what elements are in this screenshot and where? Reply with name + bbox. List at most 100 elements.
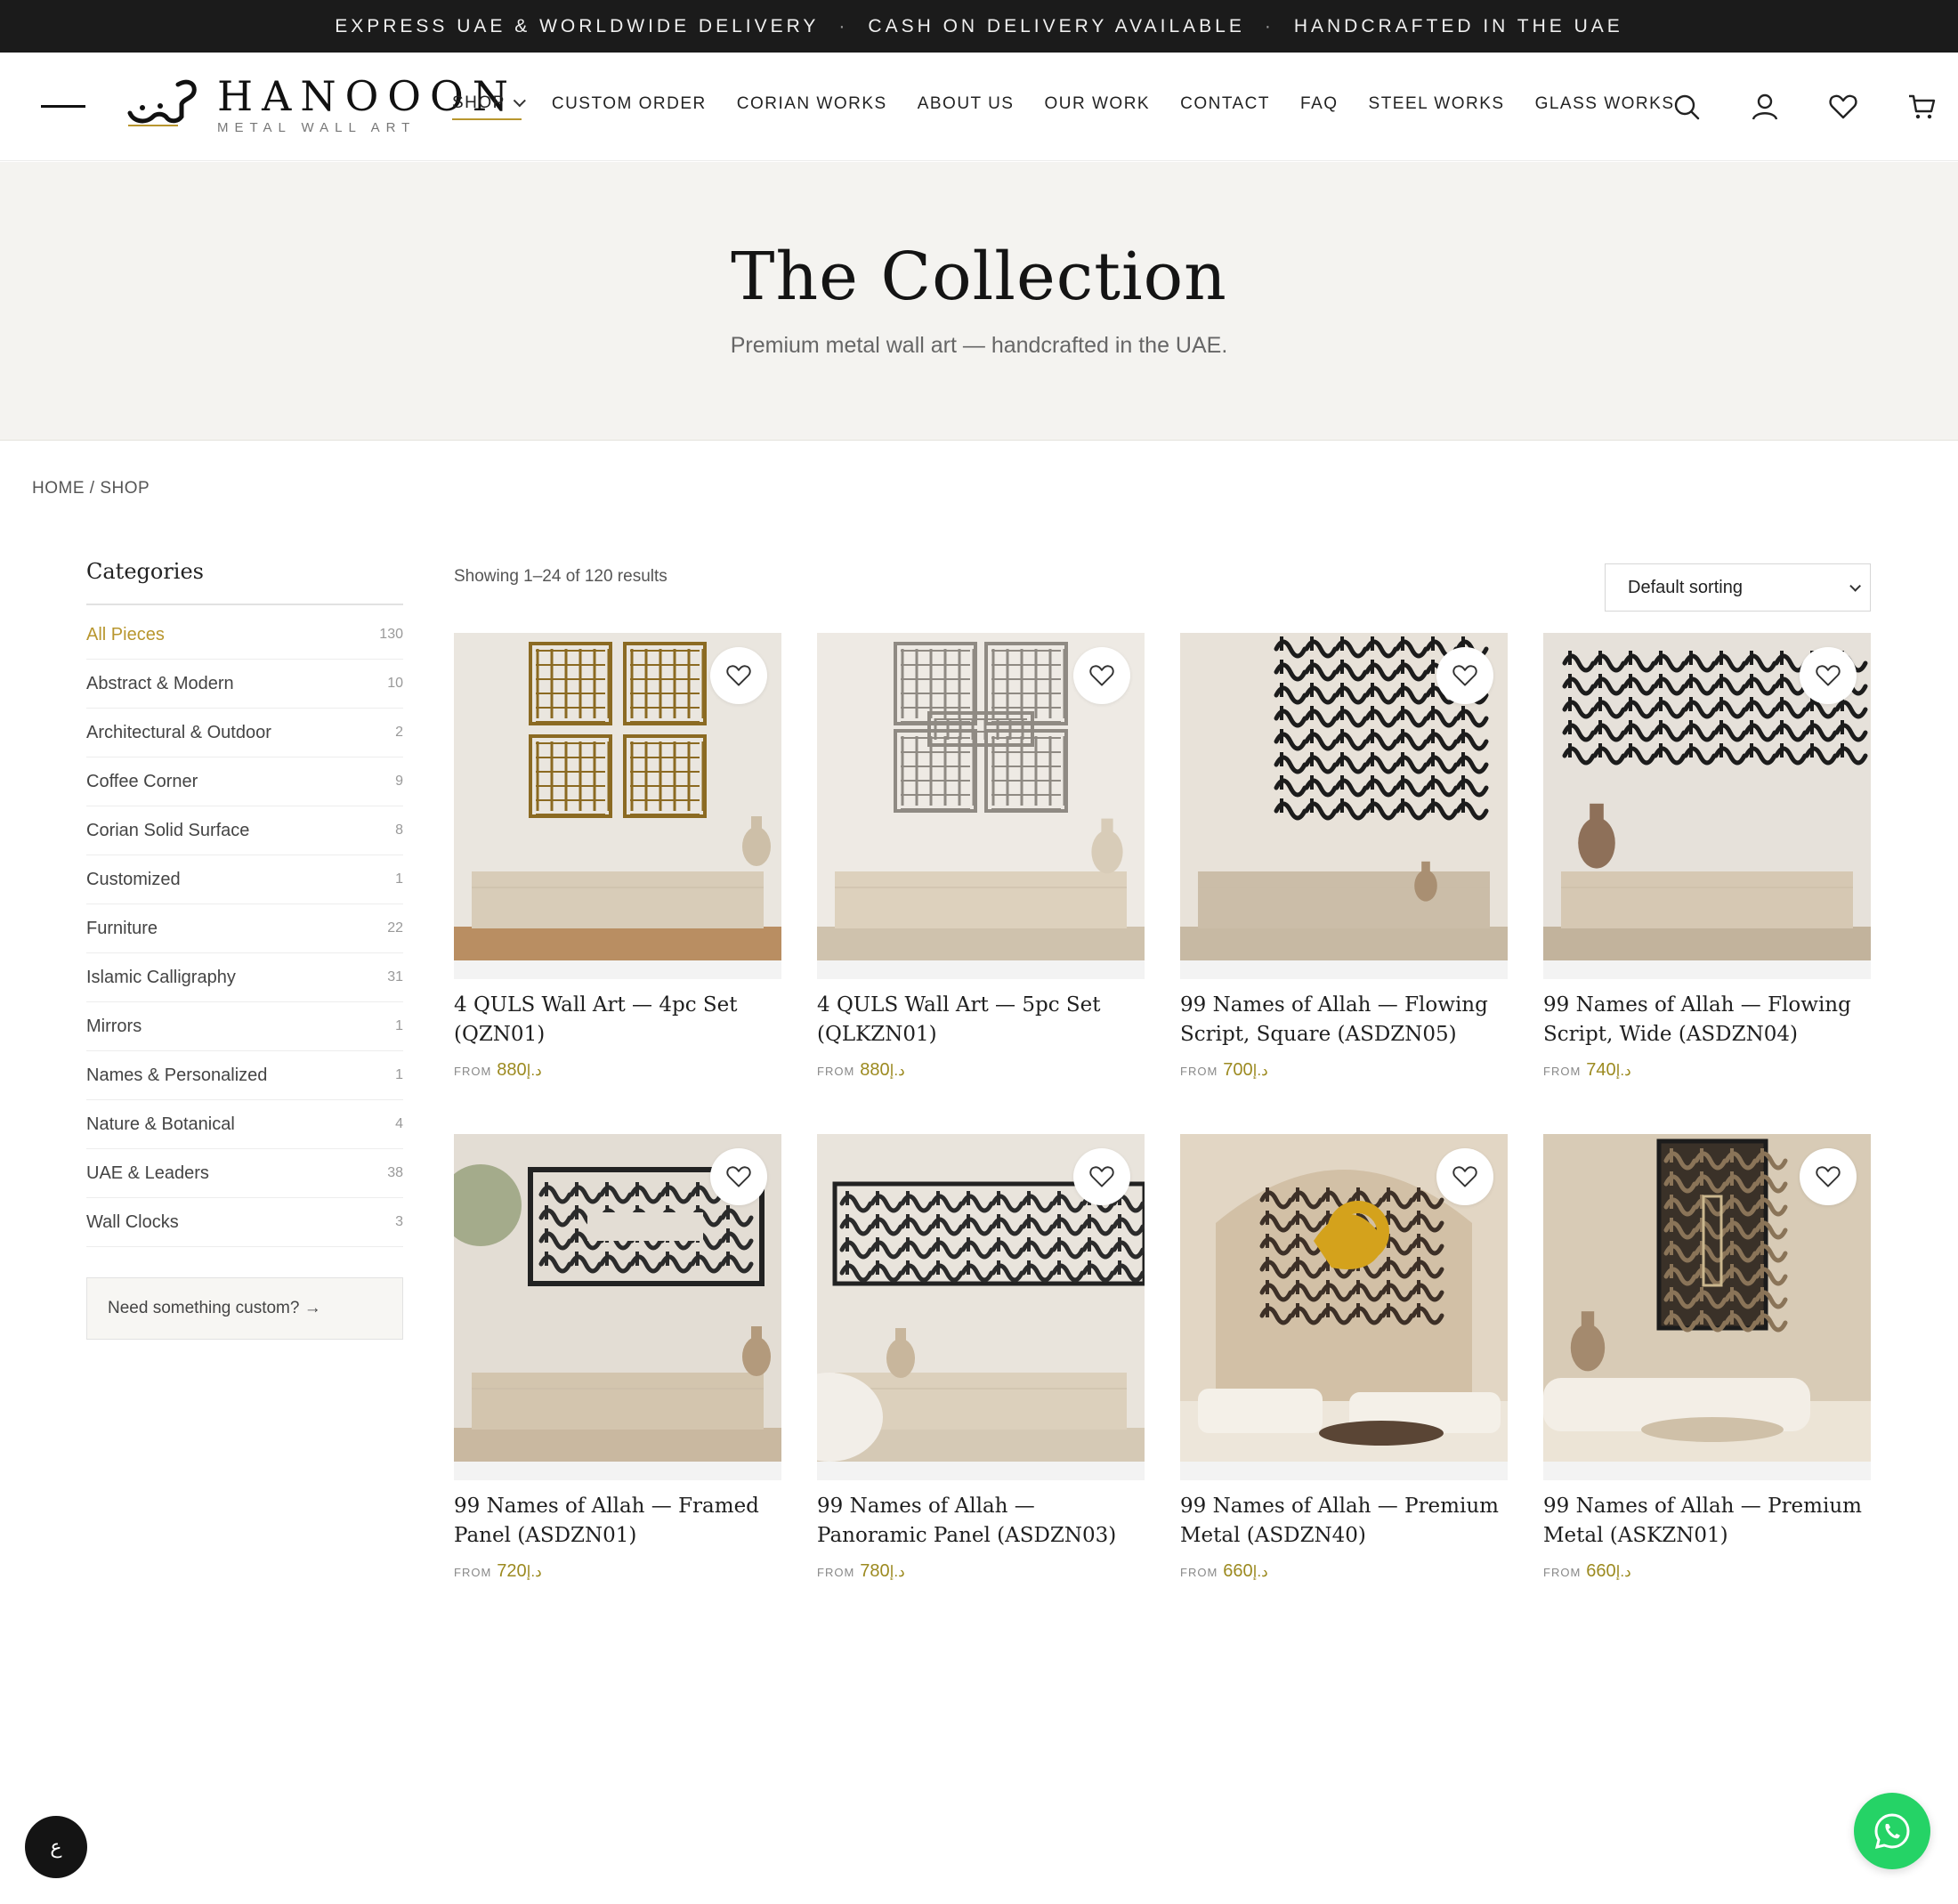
sort-select[interactable]: Default sorting bbox=[1605, 563, 1871, 612]
whatsapp-icon bbox=[1874, 1813, 1910, 1850]
product-card[interactable]: 99 Names of Allah — Panoramic Panel (ASD… bbox=[817, 1134, 1145, 1582]
category-item[interactable]: Names & Personalized 1 bbox=[86, 1051, 403, 1100]
add-to-wishlist-button[interactable] bbox=[1800, 647, 1857, 704]
product-title[interactable]: 99 Names of Allah — Premium Metal (ASDZN… bbox=[1180, 1492, 1508, 1551]
chevron-down-icon bbox=[1849, 579, 1861, 592]
category-count: 9 bbox=[395, 774, 403, 789]
nav-our-work[interactable]: OUR WORK bbox=[1044, 94, 1150, 119]
nav-glass-works[interactable]: GLASS WORKS bbox=[1535, 94, 1675, 119]
currency-symbol: د.إ bbox=[526, 1062, 542, 1079]
add-to-wishlist-button[interactable] bbox=[1073, 647, 1130, 704]
main-nav: SHOP CUSTOM ORDER CORIAN WORKS ABOUT US … bbox=[452, 53, 1705, 161]
product-image[interactable] bbox=[454, 1134, 781, 1480]
category-label: Corian Solid Surface bbox=[86, 820, 250, 840]
product-card[interactable]: 4 QULS Wall Art — 4pc Set (QZN01) FROM د.… bbox=[454, 633, 781, 1081]
category-item[interactable]: Furniture 22 bbox=[86, 904, 403, 953]
nav-steel-works[interactable]: STEEL WORKS bbox=[1369, 94, 1505, 119]
product-price: FROM د.إ780 bbox=[817, 1561, 1145, 1582]
sort-selected-value: Default sorting bbox=[1628, 577, 1743, 597]
custom-order-link[interactable]: Need something custom? → bbox=[86, 1277, 403, 1340]
product-image[interactable] bbox=[454, 633, 781, 979]
category-label: Coffee Corner bbox=[86, 771, 198, 791]
menu-icon[interactable] bbox=[41, 105, 85, 108]
product-title[interactable]: 99 Names of Allah — Flowing Script, Squa… bbox=[1180, 991, 1508, 1049]
product-image[interactable] bbox=[817, 633, 1145, 979]
product-title[interactable]: 4 QULS Wall Art — 4pc Set (QZN01) bbox=[454, 991, 781, 1049]
add-to-wishlist-button[interactable] bbox=[710, 1148, 767, 1205]
category-sidebar: Categories All Pieces 130 Abstract & Moder… bbox=[86, 559, 403, 1340]
category-label: Furniture bbox=[86, 918, 158, 938]
product-title[interactable]: 99 Names of Allah — Premium Metal (ASKZN… bbox=[1543, 1492, 1871, 1551]
product-image[interactable] bbox=[817, 1134, 1145, 1480]
category-item[interactable]: Corian Solid Surface 8 bbox=[86, 806, 403, 855]
announcement-separator: · bbox=[838, 15, 849, 36]
price-value: 780 bbox=[860, 1561, 890, 1581]
category-item[interactable]: All Pieces 130 bbox=[86, 611, 403, 660]
category-label: Wall Clocks bbox=[86, 1211, 179, 1232]
product-image[interactable] bbox=[1543, 633, 1871, 979]
category-item[interactable]: Islamic Calligraphy 31 bbox=[86, 953, 403, 1002]
product-title[interactable]: 99 Names of Allah — Flowing Script, Wide… bbox=[1543, 991, 1871, 1049]
product-card[interactable]: 99 Names of Allah — Premium Metal (ASDZN… bbox=[1180, 1134, 1508, 1582]
product-title[interactable]: 4 QULS Wall Art — 5pc Set (QLKZN01) bbox=[817, 991, 1145, 1049]
category-item[interactable]: Nature & Botanical 4 bbox=[86, 1100, 403, 1149]
product-image[interactable] bbox=[1180, 1134, 1508, 1480]
category-label: Architectural & Outdoor bbox=[86, 722, 271, 742]
nav-about-us[interactable]: ABOUT US bbox=[918, 94, 1015, 119]
category-count: 1 bbox=[395, 871, 403, 887]
category-item[interactable]: Coffee Corner 9 bbox=[86, 758, 403, 806]
announcement-handcrafted: HANDCRAFTED IN THE UAE bbox=[1293, 15, 1623, 36]
product-card[interactable]: 4 QULS Wall Art — 5pc Set (QLKZN01) FROM… bbox=[817, 633, 1145, 1081]
price-value: 720 bbox=[497, 1561, 527, 1581]
account-icon[interactable] bbox=[1750, 92, 1780, 122]
price-prefix: FROM bbox=[454, 1566, 492, 1579]
whatsapp-button[interactable] bbox=[1854, 1793, 1930, 1869]
product-card[interactable]: 99 Names of Allah — Premium Metal (ASKZN… bbox=[1543, 1134, 1871, 1582]
heart-icon[interactable] bbox=[1828, 92, 1858, 122]
search-icon[interactable] bbox=[1671, 92, 1702, 122]
logo-mark[interactable] bbox=[125, 77, 201, 131]
nav-corian-works[interactable]: CORIAN WORKS bbox=[737, 94, 887, 119]
add-to-wishlist-button[interactable] bbox=[1436, 647, 1493, 704]
product-title[interactable]: 99 Names of Allah — Panoramic Panel (ASD… bbox=[817, 1492, 1145, 1551]
product-grid: 4 QULS Wall Art — 4pc Set (QZN01) FROM د.… bbox=[454, 633, 1871, 1582]
price-prefix: FROM bbox=[1180, 1065, 1218, 1078]
nav-faq[interactable]: FAQ bbox=[1300, 94, 1339, 119]
price-prefix: FROM bbox=[817, 1566, 855, 1579]
product-card[interactable]: 99 Names of Allah — Framed Panel (ASDZN0… bbox=[454, 1134, 781, 1582]
category-item[interactable]: UAE & Leaders 38 bbox=[86, 1149, 403, 1198]
add-to-wishlist-button[interactable] bbox=[1436, 1148, 1493, 1205]
product-image[interactable] bbox=[1543, 1134, 1871, 1480]
product-image[interactable] bbox=[1180, 633, 1508, 979]
breadcrumb-home[interactable]: HOME bbox=[32, 479, 85, 498]
category-count: 8 bbox=[395, 822, 403, 838]
category-item[interactable]: Architectural & Outdoor 2 bbox=[86, 709, 403, 758]
nav-shop[interactable]: SHOP bbox=[452, 93, 526, 120]
category-item[interactable]: Abstract & Modern 10 bbox=[86, 660, 403, 709]
product-title[interactable]: 99 Names of Allah — Framed Panel (ASDZN0… bbox=[454, 1492, 781, 1551]
heart-icon bbox=[1452, 1166, 1477, 1187]
category-item[interactable]: Wall Clocks 3 bbox=[86, 1198, 403, 1247]
language-toggle-button[interactable]: ع bbox=[25, 1816, 87, 1878]
nav-contact[interactable]: CONTACT bbox=[1180, 94, 1270, 119]
add-to-wishlist-button[interactable] bbox=[1800, 1148, 1857, 1205]
product-price: FROM د.إ880 bbox=[817, 1060, 1145, 1081]
cart-icon[interactable] bbox=[1907, 92, 1938, 122]
add-to-wishlist-button[interactable] bbox=[710, 647, 767, 704]
category-item[interactable]: Mirrors 1 bbox=[86, 1002, 403, 1051]
category-item[interactable]: Customized 1 bbox=[86, 855, 403, 904]
price-value: 660 bbox=[1223, 1561, 1253, 1581]
currency-symbol: د.إ bbox=[1252, 1563, 1268, 1580]
product-card[interactable]: 99 Names of Allah — Flowing Script, Squa… bbox=[1180, 633, 1508, 1081]
price-prefix: FROM bbox=[1543, 1566, 1582, 1579]
category-label: Mirrors bbox=[86, 1016, 142, 1036]
product-card[interactable]: 99 Names of Allah — Flowing Script, Wide… bbox=[1543, 633, 1871, 1081]
heart-icon bbox=[1452, 665, 1477, 686]
heart-icon bbox=[726, 665, 751, 686]
nav-custom-order[interactable]: CUSTOM ORDER bbox=[552, 94, 707, 119]
category-count: 3 bbox=[395, 1214, 403, 1229]
category-label: Abstract & Modern bbox=[86, 673, 234, 693]
price-prefix: FROM bbox=[454, 1065, 492, 1078]
product-price: FROM د.إ660 bbox=[1543, 1561, 1871, 1582]
add-to-wishlist-button[interactable] bbox=[1073, 1148, 1130, 1205]
